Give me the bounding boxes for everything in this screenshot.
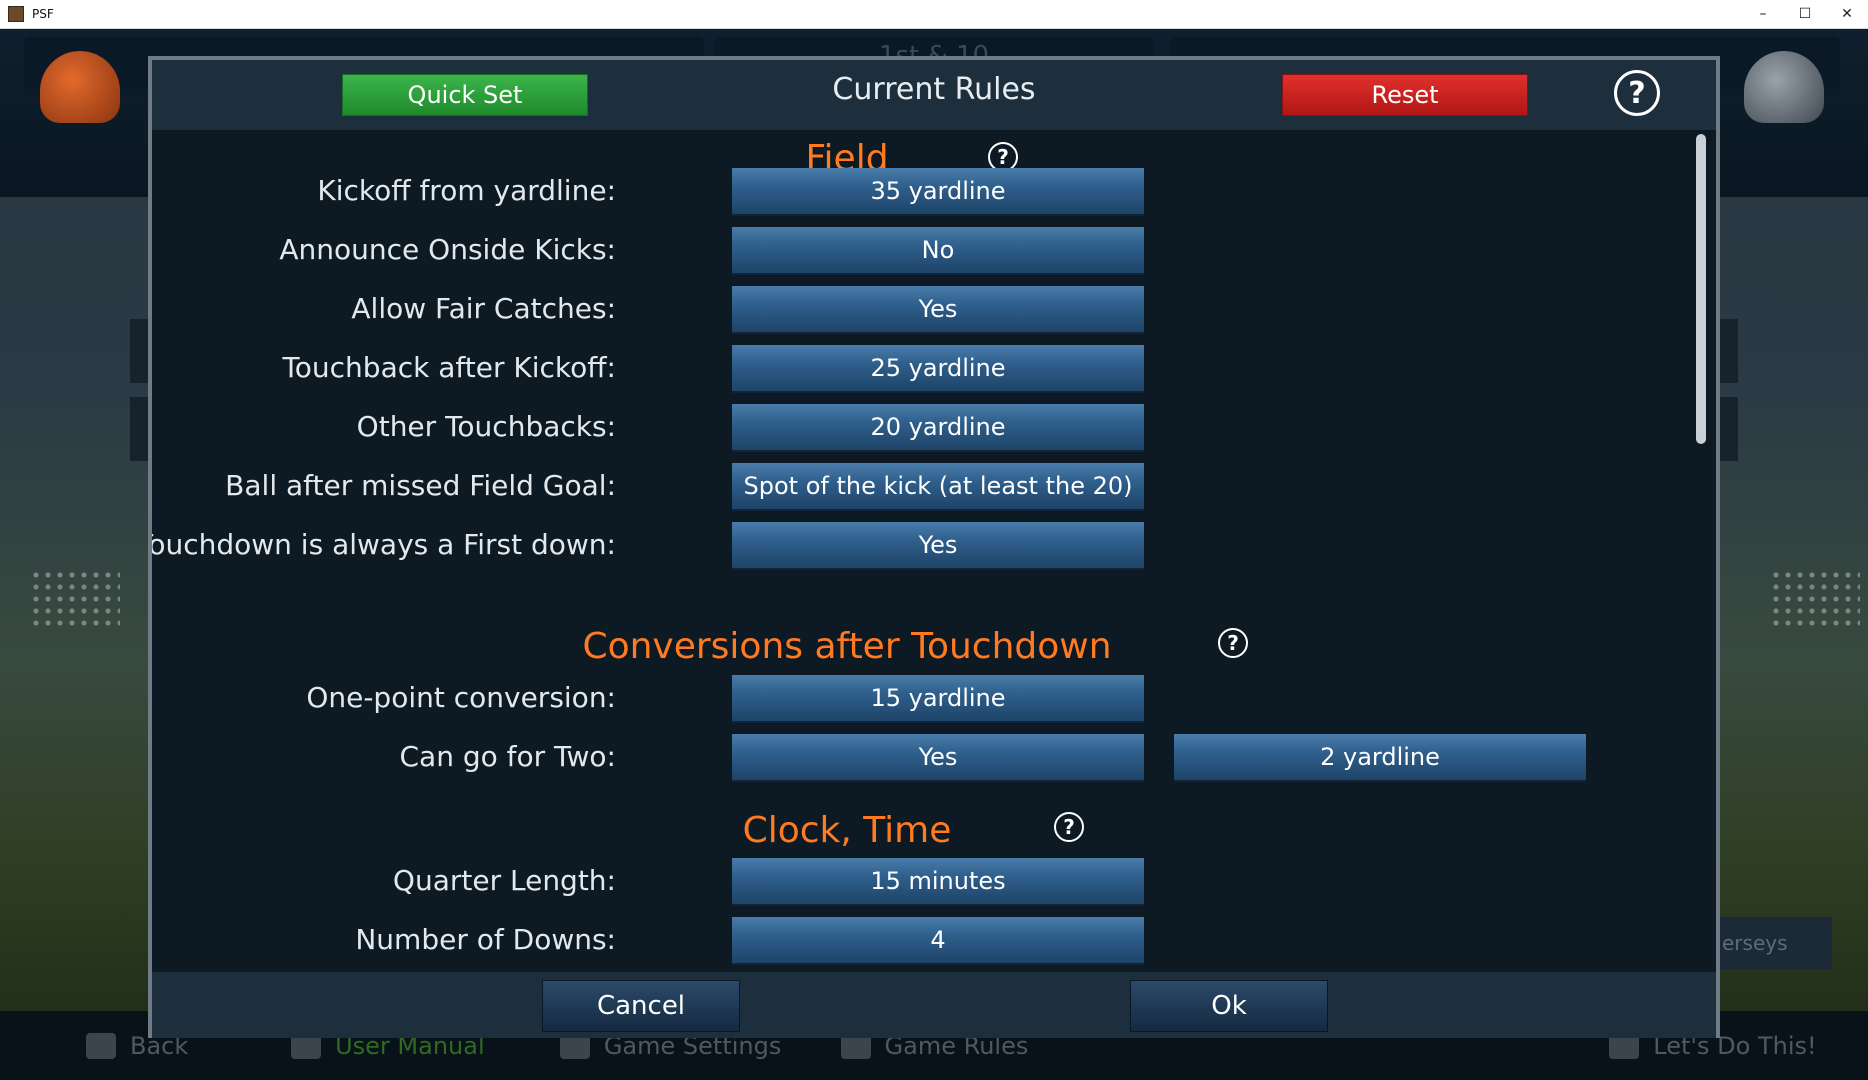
- row-label: Ball after missed Field Goal:: [225, 469, 616, 502]
- side-tab: [130, 319, 148, 383]
- kickoff-yardline-button[interactable]: 35 yardline: [732, 168, 1144, 216]
- reset-button[interactable]: Reset: [1282, 74, 1528, 116]
- quarter-length-button[interactable]: 15 minutes: [732, 858, 1144, 906]
- touchdown-first-down-button[interactable]: Yes: [732, 522, 1144, 570]
- row-label: Touchdown is always a First down:: [152, 528, 616, 561]
- away-helmet-icon: [1744, 51, 1824, 123]
- row-label: Announce Onside Kicks:: [279, 233, 616, 266]
- row-label: Touchback after Kickoff:: [282, 351, 616, 384]
- minimize-button[interactable]: –: [1742, 0, 1784, 28]
- back-arrow-icon: [86, 1032, 116, 1059]
- row-label: Other Touchbacks:: [356, 410, 616, 443]
- one-point-conversion-button[interactable]: 15 yardline: [732, 675, 1144, 723]
- side-tab: [130, 397, 148, 461]
- row-label: Number of Downs:: [355, 923, 616, 956]
- section-title-conversions: Conversions after Touchdown: [582, 626, 1112, 667]
- fair-catches-button[interactable]: Yes: [732, 286, 1144, 334]
- row-label: Can go for Two:: [399, 740, 617, 773]
- side-tab: [1720, 319, 1738, 383]
- dialog-footer: Cancel Ok: [152, 972, 1716, 1038]
- row-label: One-point conversion:: [306, 681, 616, 714]
- help-icon[interactable]: ?: [1614, 70, 1660, 116]
- jerseys-button: erseys: [1716, 917, 1832, 969]
- clock-help-icon[interactable]: ?: [1054, 812, 1084, 842]
- row-label: Allow Fair Catches:: [351, 292, 616, 325]
- row-label: Kickoff from yardline:: [317, 174, 616, 207]
- window-controls: – ☐ ✕: [1742, 0, 1868, 28]
- stadium-lights-left: [30, 569, 120, 629]
- cancel-button[interactable]: Cancel: [542, 980, 740, 1032]
- ok-button[interactable]: Ok: [1130, 980, 1328, 1032]
- window-title: PSF: [32, 7, 54, 21]
- other-touchbacks-button[interactable]: 20 yardline: [732, 404, 1144, 452]
- number-of-downs-button[interactable]: 4: [732, 917, 1144, 965]
- scrollbar-thumb[interactable]: [1696, 134, 1706, 444]
- rules-content: Field ? Kickoff from yardline: 35 yardli…: [152, 130, 1692, 972]
- conversions-help-icon[interactable]: ?: [1218, 628, 1248, 658]
- maximize-button[interactable]: ☐: [1784, 0, 1826, 28]
- window-titlebar: PSF – ☐ ✕: [0, 0, 1868, 29]
- side-tab: [1720, 397, 1738, 461]
- rules-dialog: Quick Set Current Rules Reset ? Field ? …: [148, 56, 1720, 1038]
- close-button[interactable]: ✕: [1826, 0, 1868, 28]
- app-icon: [8, 6, 24, 22]
- missed-field-goal-button[interactable]: Spot of the kick (at least the 20): [732, 463, 1144, 511]
- touchback-kickoff-button[interactable]: 25 yardline: [732, 345, 1144, 393]
- row-label: Quarter Length:: [392, 864, 616, 897]
- stadium-lights-right: [1770, 569, 1860, 629]
- go-for-two-button[interactable]: Yes: [732, 734, 1144, 782]
- section-title-clock: Clock, Time: [742, 810, 952, 851]
- dialog-header: Quick Set Current Rules Reset ?: [152, 60, 1716, 130]
- two-point-yardline-button[interactable]: 2 yardline: [1174, 734, 1586, 782]
- announce-onside-button[interactable]: No: [732, 227, 1144, 275]
- home-helmet-icon: [40, 51, 120, 123]
- scrollbar[interactable]: [1696, 134, 1706, 970]
